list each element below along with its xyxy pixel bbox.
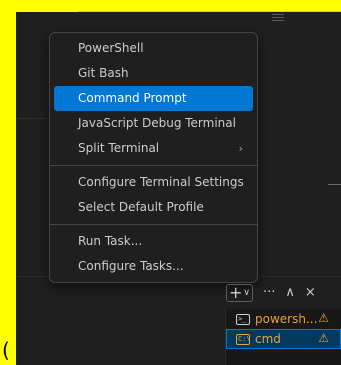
menu-item-label: Configure Terminal Settings: [78, 175, 244, 189]
divider: [328, 184, 341, 185]
terminal-tab-cmd[interactable]: C:\ cmd ⚠: [226, 329, 341, 349]
menu-item-javascript-debug-terminal[interactable]: JavaScript Debug Terminal: [54, 111, 253, 136]
menu-item-label: Configure Tasks...: [78, 259, 184, 273]
more-actions-icon[interactable]: ···: [263, 284, 275, 302]
divider: [16, 118, 48, 119]
new-terminal-menu: PowerShell Git Bash Command Prompt JavaS…: [49, 32, 258, 283]
new-terminal-button[interactable]: + ∨: [226, 284, 253, 302]
menu-item-split-terminal[interactable]: Split Terminal ›: [54, 136, 253, 161]
menu-item-label: PowerShell: [78, 41, 144, 55]
terminal-tab-label: cmd: [255, 332, 281, 346]
terminal-icon: >_: [236, 313, 250, 325]
highlight-strip: [78, 0, 341, 12]
chevron-down-icon[interactable]: ∨: [243, 288, 250, 298]
maximize-panel-icon[interactable]: ∧: [285, 284, 295, 302]
menu-item-configure-tasks[interactable]: Configure Tasks...: [54, 254, 253, 279]
menu-item-label: Git Bash: [78, 66, 129, 80]
cmd-icon: C:\: [236, 333, 251, 345]
menu-item-powershell[interactable]: PowerShell: [54, 36, 253, 61]
menu-item-label: Select Default Profile: [78, 200, 204, 214]
menu-item-command-prompt[interactable]: Command Prompt: [54, 86, 253, 111]
menu-item-configure-terminal-settings[interactable]: Configure Terminal Settings: [54, 170, 253, 195]
terminal-list: >_ powersh... ⚠ C:\ cmd ⚠: [225, 309, 341, 365]
menu-separator: [50, 165, 257, 166]
menu-item-label: Split Terminal: [78, 141, 160, 155]
terminal-tab-powershell[interactable]: >_ powersh... ⚠: [226, 309, 341, 329]
terminal-tab-label: powersh...: [255, 312, 318, 326]
menu-item-label: Run Task...: [78, 234, 143, 248]
menu-separator: [50, 224, 257, 225]
menu-item-select-default-profile[interactable]: Select Default Profile: [54, 195, 253, 220]
plus-icon: +: [229, 283, 243, 302]
warning-icon: ⚠: [318, 331, 329, 345]
chevron-right-icon: ›: [238, 142, 243, 155]
menu-item-label: JavaScript Debug Terminal: [78, 116, 236, 130]
close-panel-icon[interactable]: ×: [305, 284, 316, 302]
menu-item-run-task[interactable]: Run Task...: [54, 229, 253, 254]
terminal-toolbar: + ∨ ··· ∧ ×: [226, 284, 316, 302]
text-fragment: (: [2, 338, 10, 362]
menu-item-git-bash[interactable]: Git Bash: [54, 61, 253, 86]
menu-item-label: Command Prompt: [78, 91, 187, 105]
minimap-icon: [272, 14, 284, 26]
warning-icon: ⚠: [318, 311, 329, 325]
